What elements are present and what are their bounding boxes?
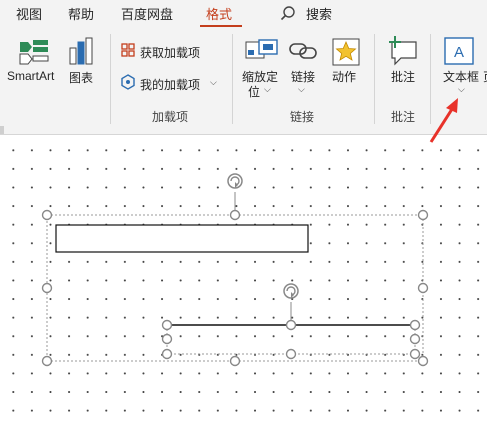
- resize-handle[interactable]: [161, 333, 173, 345]
- textbox-shape-1[interactable]: [55, 224, 309, 253]
- selection-overlay: [41, 98, 458, 367]
- resize-handle[interactable]: [161, 319, 173, 331]
- resize-handle[interactable]: [409, 319, 421, 331]
- annotation-arrow: [429, 98, 458, 143]
- resize-handle[interactable]: [161, 348, 173, 360]
- rotate-handle-icon[interactable]: [227, 173, 243, 213]
- resize-handle[interactable]: [417, 355, 429, 367]
- resize-handle[interactable]: [285, 319, 297, 331]
- rotate-handle-icon[interactable]: [283, 283, 299, 323]
- resize-handle[interactable]: [285, 348, 297, 360]
- resize-handle[interactable]: [409, 348, 421, 360]
- resize-handle[interactable]: [417, 282, 429, 294]
- resize-handle[interactable]: [41, 355, 53, 367]
- resize-handle[interactable]: [229, 355, 241, 367]
- resize-handle[interactable]: [409, 333, 421, 345]
- resize-handle[interactable]: [41, 282, 53, 294]
- resize-handle[interactable]: [41, 209, 53, 221]
- resize-handle[interactable]: [229, 209, 241, 221]
- resize-handle[interactable]: [417, 209, 429, 221]
